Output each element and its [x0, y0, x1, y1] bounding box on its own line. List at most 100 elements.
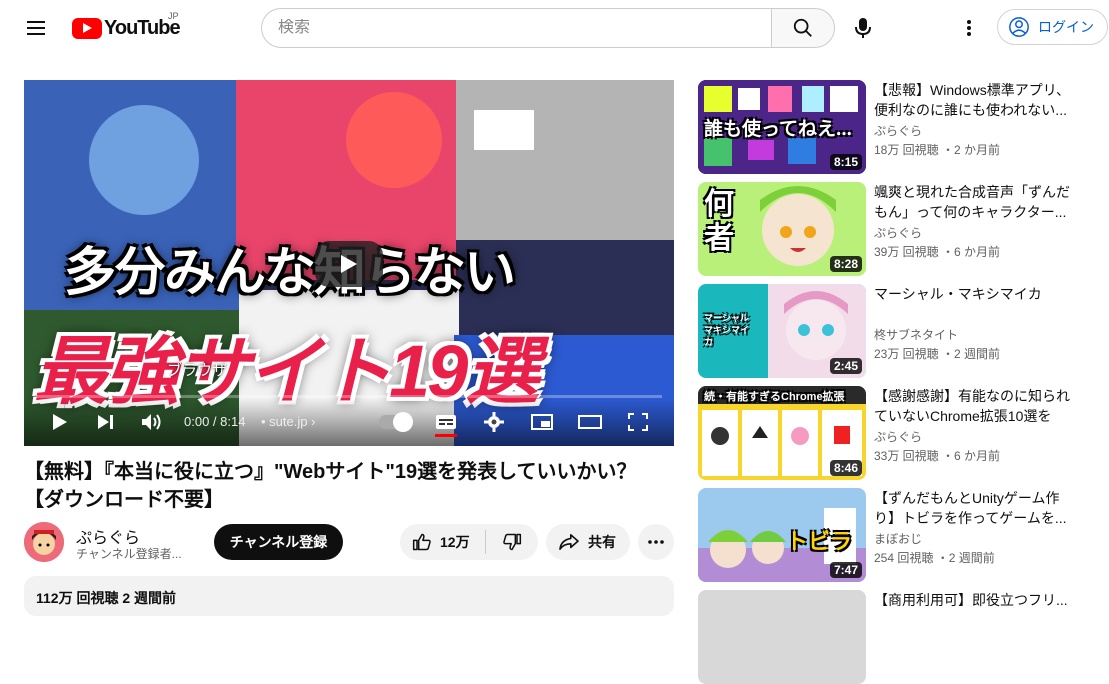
like-count: 12万	[440, 534, 470, 550]
next-button[interactable]	[92, 408, 120, 436]
duration-badge: 7:47	[829, 562, 862, 578]
player-controls: 0:00 / 8:14 • sute.jp ›	[24, 398, 674, 446]
video-metadata: 23万 回視聴 ・2 週間前	[874, 347, 1001, 361]
channel-name[interactable]: まぼおじ	[874, 530, 922, 547]
gear-icon	[484, 412, 504, 432]
miniplayer-icon	[531, 414, 553, 430]
login-button[interactable]: ログイン	[997, 9, 1108, 45]
fullscreen-button[interactable]	[624, 408, 652, 436]
video-metadata: 39万 回視聴 ・6 か月前	[874, 245, 1001, 259]
play-icon	[341, 255, 357, 273]
duration-badge: 8:46	[829, 460, 862, 476]
video-title[interactable]: 【感謝感謝】有能なのに知られていないChrome拡張10選をお...	[874, 386, 1074, 426]
chevron-right-icon: ›	[307, 414, 316, 429]
thumbnail-text-line1: 多分みんな知らない	[64, 244, 516, 302]
channel-avatar[interactable]	[24, 522, 64, 562]
thumbnail-caption: 誰も使ってねえ...	[704, 119, 852, 140]
voice-search-button[interactable]	[843, 8, 883, 48]
like-dislike-group: 12万	[400, 524, 538, 560]
duration-badge: 8:28	[829, 256, 862, 272]
video-metadata: 254 回視聴 ・2 週間前	[874, 551, 995, 565]
video-thumbnail[interactable]: 誰も使ってねえ... 8:15	[698, 80, 866, 174]
menu-icon-bar	[27, 21, 45, 23]
thumbnail-caption: トビラ	[786, 529, 853, 554]
fullscreen-icon	[628, 413, 648, 431]
video-metadata: 18万 回視聴 ・2 か月前	[874, 143, 1001, 157]
like-button[interactable]: 12万	[400, 524, 485, 560]
description-box[interactable]: 112万 回視聴 2 週間前	[24, 576, 674, 616]
search-box[interactable]	[261, 8, 772, 48]
youtube-logo[interactable]: YouTube JP	[72, 11, 181, 40]
video-thumbnail[interactable]: マーシャル マキシマイカ 2:45	[698, 284, 866, 378]
more-horiz-icon	[648, 540, 664, 544]
share-button[interactable]: 共有	[546, 524, 630, 560]
video-thumbnail[interactable]: トビラ 7:47	[698, 488, 866, 582]
settings-button[interactable]	[480, 408, 508, 436]
time-display: 0:00 / 8:14	[184, 414, 246, 429]
play-button[interactable]	[46, 408, 74, 436]
recommended-video[interactable]: 何者 8:28 颯爽と現れた合成音声「ずんだもん」って何のキャラクター... ぷ…	[698, 182, 1098, 276]
channel-name[interactable]: 柊サブネタイト	[874, 326, 958, 343]
microphone-icon	[855, 18, 871, 38]
miniplayer-button[interactable]	[528, 408, 556, 436]
duration-badge: 2:45	[829, 358, 862, 374]
video-metadata: 33万 回視聴 ・6 か月前	[874, 449, 1001, 463]
subscribe-button[interactable]: チャンネル登録	[214, 524, 343, 560]
menu-icon-bar	[27, 27, 45, 29]
thumbnail-caption: 何者	[704, 188, 734, 255]
youtube-play-icon	[72, 17, 102, 39]
share-label: 共有	[588, 534, 616, 550]
menu-button[interactable]	[20, 12, 52, 44]
video-title[interactable]: 【ずんだもんとUnityゲーム作り】トビラを作ってゲームを...	[874, 488, 1074, 528]
search-input[interactable]	[278, 19, 772, 37]
search-button[interactable]	[771, 8, 835, 48]
dislike-button[interactable]	[486, 524, 538, 560]
subtitles-active-indicator	[435, 434, 457, 437]
video-title[interactable]: 【商用利用可】即役立つフリ...	[874, 590, 1074, 610]
large-play-button[interactable]	[315, 241, 383, 287]
avatar-image	[24, 522, 64, 562]
chapter-title: • sute.jp	[261, 414, 308, 429]
video-title: 【無料】『本当に役に立つ』"Webサイト"19選を発表していいかい？【ダウンロー…	[24, 461, 637, 511]
video-title[interactable]: マーシャル・マキシマイカ	[874, 284, 1074, 304]
video-thumbnail[interactable]	[698, 590, 866, 684]
channel-name[interactable]: ぷらぐら	[874, 428, 922, 445]
menu-icon-bar	[27, 33, 45, 35]
video-thumbnail[interactable]: 続・有能すぎるChrome拡張 8:46	[698, 386, 866, 480]
subscriber-count: チャンネル登録者...	[76, 547, 182, 561]
view-count-date: 112万 回視聴 2 週間前	[36, 590, 177, 606]
recommended-video[interactable]: 誰も使ってねえ... 8:15 【悲報】Windows標準アプリ、便利なのに誰に…	[698, 80, 1098, 174]
share-icon	[559, 533, 579, 551]
thumbnail-caption: マーシャル マキシマイカ	[704, 313, 750, 347]
search-icon	[793, 18, 812, 37]
recommended-video[interactable]: トビラ 7:47 【ずんだもんとUnityゲーム作り】トビラを作ってゲームを..…	[698, 488, 1098, 582]
channel-name[interactable]: ぷらぐら	[874, 122, 922, 139]
recommended-video[interactable]: 【商用利用可】即役立つフリ...	[698, 590, 1098, 684]
chapter-overlay-label: ブラウザ	[167, 362, 228, 379]
volume-icon	[142, 414, 161, 430]
duration-badge: 8:15	[829, 154, 862, 170]
subtitles-icon	[436, 415, 456, 429]
region-code: JP	[168, 11, 179, 21]
settings-more-button[interactable]	[949, 8, 989, 48]
chapter-title-button[interactable]: • sute.jp ›	[261, 414, 315, 429]
mute-button[interactable]	[138, 408, 166, 436]
autoplay-toggle[interactable]	[379, 412, 413, 432]
video-player[interactable]: 多分みんな知らない 最強サイト19選 ブラウザ 0:00 / 8:14 • su…	[24, 80, 674, 446]
subtitles-button[interactable]	[432, 408, 460, 436]
theater-mode-button[interactable]	[576, 408, 604, 436]
thumbs-down-icon	[503, 533, 522, 551]
thumbs-up-icon	[412, 533, 431, 551]
masthead: YouTube JP ログイン	[0, 0, 1109, 56]
theater-icon	[578, 415, 602, 429]
channel-name[interactable]: ぷらぐら	[874, 224, 922, 241]
video-title[interactable]: 【悲報】Windows標準アプリ、便利なのに誰にも使われない...	[874, 80, 1074, 120]
more-actions-button[interactable]	[638, 524, 674, 560]
video-title[interactable]: 颯爽と現れた合成音声「ずんだもん」って何のキャラクター...	[874, 182, 1074, 222]
skip-next-icon	[98, 415, 113, 429]
more-vert-icon	[967, 20, 971, 36]
video-thumbnail[interactable]: 何者 8:28	[698, 182, 866, 276]
recommended-video[interactable]: マーシャル マキシマイカ 2:45 マーシャル・マキシマイカ 柊サブネタイト 2…	[698, 284, 1098, 378]
login-label: ログイン	[1038, 19, 1094, 35]
recommended-video[interactable]: 続・有能すぎるChrome拡張 8:46 【感謝感謝】有能なのに知られていないC…	[698, 386, 1098, 480]
